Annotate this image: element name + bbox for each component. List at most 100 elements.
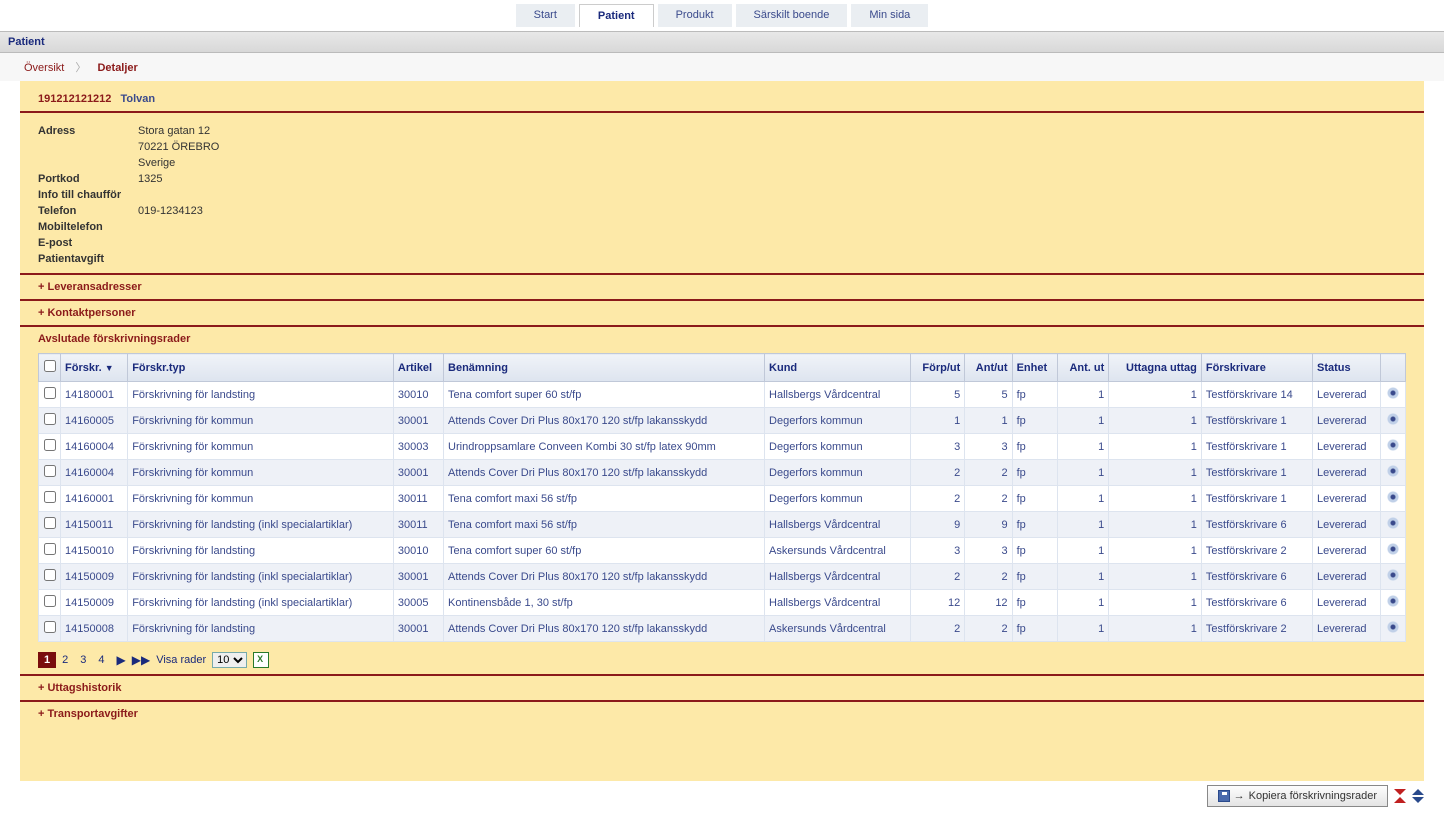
- collapse-all-button[interactable]: [1394, 789, 1406, 803]
- col-ant-ut[interactable]: Ant. ut: [1058, 354, 1109, 382]
- breadcrumb-current: Detaljer: [97, 62, 137, 74]
- copy-prescription-rows-button[interactable]: → Kopiera förskrivningsrader: [1207, 785, 1388, 807]
- table-row[interactable]: 14160001Förskrivning för kommun30011Tena…: [39, 486, 1406, 512]
- cell-status: Levererad: [1313, 434, 1381, 460]
- table-row[interactable]: 14150008Förskrivning för landsting30001A…: [39, 616, 1406, 642]
- cell-typ: Förskrivning för kommun: [128, 408, 394, 434]
- row-checkbox[interactable]: [44, 465, 56, 477]
- col-uttagna[interactable]: Uttagna uttag: [1109, 354, 1202, 382]
- cell-kund: Hallsbergs Vårdcentral: [765, 512, 911, 538]
- pager-next-icon[interactable]: ▶: [117, 653, 126, 667]
- pager-page-1[interactable]: 1: [38, 652, 56, 668]
- view-icon[interactable]: [1385, 465, 1401, 477]
- copy-button-label: Kopiera förskrivningsrader: [1249, 790, 1377, 802]
- cell-forput: 2: [910, 486, 964, 512]
- cell-antut: 3: [965, 434, 1012, 460]
- row-checkbox[interactable]: [44, 517, 56, 529]
- col-forput[interactable]: Förp/ut: [910, 354, 964, 382]
- view-icon[interactable]: [1385, 621, 1401, 633]
- breadcrumb-overview[interactable]: Översikt: [24, 62, 64, 74]
- view-icon[interactable]: [1385, 387, 1401, 399]
- row-checkbox[interactable]: [44, 595, 56, 607]
- col-benamning[interactable]: Benämning: [444, 354, 765, 382]
- value-portkod: 1325: [138, 173, 162, 185]
- cell-benamning: Attends Cover Dri Plus 80x170 120 st/fp …: [444, 408, 765, 434]
- col-enhet[interactable]: Enhet: [1012, 354, 1058, 382]
- row-checkbox[interactable]: [44, 387, 56, 399]
- table-row[interactable]: 14160004Förskrivning för kommun30001Atte…: [39, 460, 1406, 486]
- view-icon[interactable]: [1385, 569, 1401, 581]
- cell-enhet: fp: [1012, 616, 1058, 642]
- cell-aut: 1: [1058, 408, 1109, 434]
- view-icon[interactable]: [1385, 543, 1401, 555]
- expand-all-button[interactable]: [1412, 789, 1424, 803]
- table-row[interactable]: 14150009Förskrivning för landsting (inkl…: [39, 564, 1406, 590]
- cell-forput: 3: [910, 538, 964, 564]
- view-icon[interactable]: [1385, 413, 1401, 425]
- toggle-uttagshistorik[interactable]: + Uttagshistorik: [20, 674, 1424, 700]
- table-row[interactable]: 14150010Förskrivning för landsting30010T…: [39, 538, 1406, 564]
- cell-antut: 1: [965, 408, 1012, 434]
- nav-patient[interactable]: Patient: [579, 4, 654, 27]
- col-artikel[interactable]: Artikel: [393, 354, 443, 382]
- cell-typ: Förskrivning för landsting: [128, 616, 394, 642]
- col-kund[interactable]: Kund: [765, 354, 911, 382]
- col-antut[interactable]: Ant/ut: [965, 354, 1012, 382]
- toggle-leveransadresser[interactable]: + Leveransadresser: [20, 273, 1424, 299]
- cell-kund: Hallsbergs Vårdcentral: [765, 382, 911, 408]
- table-row[interactable]: 14150011Förskrivning för landsting (inkl…: [39, 512, 1406, 538]
- cell-forskrivare: Testförskrivare 1: [1201, 460, 1312, 486]
- cell-forput: 2: [910, 564, 964, 590]
- toggle-kontaktpersoner[interactable]: + Kontaktpersoner: [20, 299, 1424, 325]
- cell-uttagna: 1: [1109, 382, 1202, 408]
- cell-typ: Förskrivning för landsting (inkl special…: [128, 590, 394, 616]
- view-icon[interactable]: [1385, 491, 1401, 503]
- row-checkbox[interactable]: [44, 439, 56, 451]
- cell-benamning: Tena comfort maxi 56 st/fp: [444, 512, 765, 538]
- table-row[interactable]: 14160004Förskrivning för kommun30003Urin…: [39, 434, 1406, 460]
- prescriptions-table-wrap: Förskr. ▼ Förskr.typ Artikel Benämning K…: [20, 349, 1424, 646]
- cell-benamning: Kontinensbåde 1, 30 st/fp: [444, 590, 765, 616]
- cell-forput: 1: [910, 408, 964, 434]
- excel-export-icon[interactable]: [253, 652, 269, 668]
- cell-antut: 2: [965, 460, 1012, 486]
- patient-info: AdressStora gatan 12 70221 ÖREBRO Sverig…: [20, 113, 1424, 273]
- view-icon[interactable]: [1385, 439, 1401, 451]
- cell-uttagna: 1: [1109, 564, 1202, 590]
- row-checkbox[interactable]: [44, 413, 56, 425]
- cell-enhet: fp: [1012, 486, 1058, 512]
- view-icon[interactable]: [1385, 595, 1401, 607]
- row-checkbox[interactable]: [44, 621, 56, 633]
- select-all-checkbox[interactable]: [44, 360, 56, 372]
- nav-särskilt-boende[interactable]: Särskilt boende: [736, 4, 848, 27]
- col-forskrivare[interactable]: Förskrivare: [1201, 354, 1312, 382]
- table-row[interactable]: 14180001Förskrivning för landsting30010T…: [39, 382, 1406, 408]
- cell-antut: 9: [965, 512, 1012, 538]
- nav-min-sida[interactable]: Min sida: [851, 4, 928, 27]
- view-icon[interactable]: [1385, 517, 1401, 529]
- cell-uttagna: 1: [1109, 616, 1202, 642]
- toggle-transportavgifter[interactable]: + Transportavgifter: [20, 700, 1424, 726]
- row-checkbox[interactable]: [44, 491, 56, 503]
- col-status[interactable]: Status: [1313, 354, 1381, 382]
- cell-enhet: fp: [1012, 382, 1058, 408]
- cell-kund: Askersunds Vårdcentral: [765, 616, 911, 642]
- col-forskr[interactable]: Förskr. ▼: [61, 354, 128, 382]
- pager-page-2[interactable]: 2: [56, 652, 74, 668]
- cell-artikel: 30001: [393, 564, 443, 590]
- cell-enhet: fp: [1012, 434, 1058, 460]
- rows-per-page-select[interactable]: 10: [212, 652, 247, 668]
- cell-artikel: 30001: [393, 408, 443, 434]
- pager-label: Visa rader: [156, 654, 206, 666]
- row-checkbox[interactable]: [44, 543, 56, 555]
- col-forskrtyp[interactable]: Förskr.typ: [128, 354, 394, 382]
- cell-forput: 5: [910, 382, 964, 408]
- row-checkbox[interactable]: [44, 569, 56, 581]
- pager-page-4[interactable]: 4: [92, 652, 110, 668]
- nav-produkt[interactable]: Produkt: [658, 4, 732, 27]
- table-row[interactable]: 14160005Förskrivning för kommun30001Atte…: [39, 408, 1406, 434]
- pager-last-icon[interactable]: ▶▶: [132, 653, 150, 667]
- nav-start[interactable]: Start: [516, 4, 575, 27]
- table-row[interactable]: 14150009Förskrivning för landsting (inkl…: [39, 590, 1406, 616]
- pager-page-3[interactable]: 3: [74, 652, 92, 668]
